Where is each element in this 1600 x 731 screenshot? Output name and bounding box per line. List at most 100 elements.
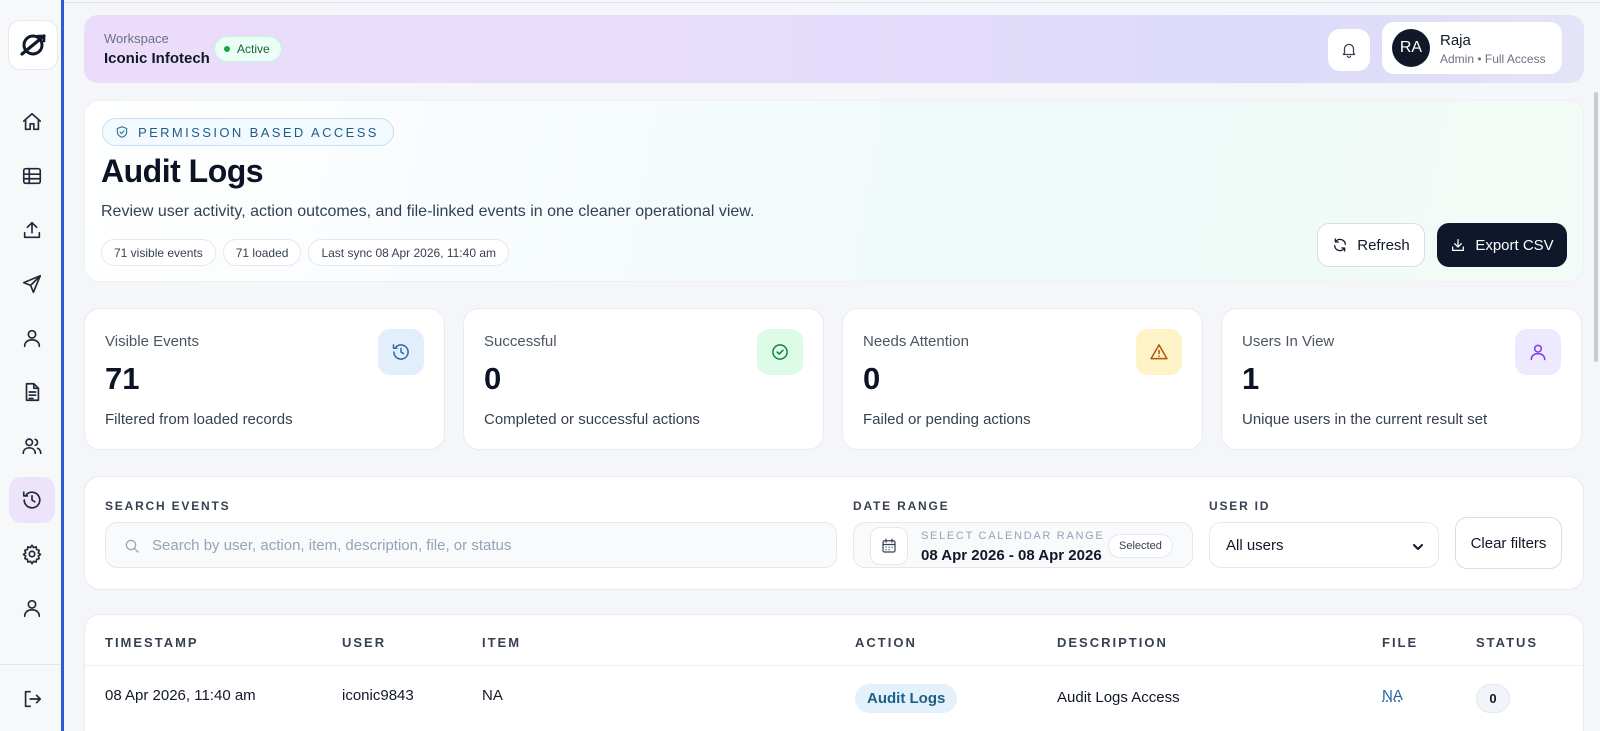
audit-log-table: TIMESTAMP USER ITEM ACTION DESCRIPTION F… <box>84 614 1584 731</box>
chip-last-sync: Last sync 08 Apr 2026, 11:40 am <box>308 239 509 266</box>
page-scrollbar[interactable] <box>1594 92 1598 362</box>
sidebar-item-logout[interactable] <box>9 676 55 722</box>
users-icon <box>22 438 42 455</box>
column-header-timestamp: TIMESTAMP <box>105 635 199 650</box>
cell-file-link[interactable]: NA <box>1382 687 1403 704</box>
column-header-status: STATUS <box>1476 635 1539 650</box>
sidebar <box>0 0 64 731</box>
stat-label: Visible Events <box>105 333 199 350</box>
column-header-item: ITEM <box>482 635 522 650</box>
date-range-picker[interactable]: SELECT CALENDAR RANGE 08 Apr 2026 - 08 A… <box>853 522 1193 568</box>
document-icon <box>25 382 40 402</box>
date-range-value: 08 Apr 2026 - 08 Apr 2026 <box>921 547 1102 564</box>
status-dot <box>224 46 230 52</box>
stat-card-needs-attention: Needs Attention 0 Failed or pending acti… <box>842 308 1203 450</box>
table-icon <box>22 167 42 185</box>
summary-chips: 71 visible events 71 loaded Last sync 08… <box>101 239 509 266</box>
date-range-label: DATE RANGE <box>853 499 950 513</box>
sidebar-item-upload[interactable] <box>9 207 55 253</box>
download-icon <box>1452 239 1465 251</box>
stat-label: Users In View <box>1242 333 1335 350</box>
stat-value: 0 <box>484 361 502 396</box>
logo-icon <box>20 34 46 56</box>
page-title: Audit Logs <box>101 153 264 189</box>
column-header-user: USER <box>342 635 387 650</box>
search-icon <box>125 539 139 553</box>
workspace-label: Workspace <box>104 31 169 46</box>
cell-description: Audit Logs Access <box>1057 689 1180 706</box>
bell-icon <box>1342 43 1356 58</box>
export-label: Export CSV <box>1475 236 1554 254</box>
cell-item: NA <box>482 687 503 704</box>
search-input[interactable] <box>152 523 822 567</box>
sidebar-item-settings[interactable] <box>9 531 55 577</box>
calendar-icon <box>882 538 896 553</box>
cell-timestamp: 08 Apr 2026, 11:40 am <box>105 687 256 704</box>
user-id-label: USER ID <box>1209 499 1271 513</box>
sidebar-item-table[interactable] <box>9 153 55 199</box>
send-icon <box>22 274 42 294</box>
notifications-button[interactable] <box>1328 29 1370 71</box>
avatar: RA <box>1392 29 1430 67</box>
date-range-kicker: SELECT CALENDAR RANGE <box>921 530 1105 542</box>
stat-value: 71 <box>105 361 140 396</box>
sidebar-item-users[interactable] <box>9 423 55 469</box>
user-icon <box>23 599 41 618</box>
sidebar-item-user[interactable] <box>9 315 55 361</box>
calendar-icon-box <box>870 527 908 565</box>
date-selected-badge: Selected <box>1108 534 1173 558</box>
user-icon <box>1530 344 1546 361</box>
upload-icon <box>23 221 41 239</box>
stat-card-users-in-view: Users In View 1 Unique users in the curr… <box>1221 308 1582 450</box>
stat-subtext: Failed or pending actions <box>863 411 1031 428</box>
clear-filters-button[interactable]: Clear filters <box>1455 517 1562 569</box>
column-header-action: ACTION <box>855 635 917 650</box>
warning-icon <box>1150 344 1168 360</box>
search-field[interactable] <box>105 522 837 568</box>
user-role: Admin • Full Access <box>1440 52 1546 66</box>
permission-badge-label: PERMISSION BASED ACCESS <box>138 124 379 140</box>
app-logo[interactable] <box>8 20 58 70</box>
stat-subtext: Filtered from loaded records <box>105 411 293 428</box>
cell-status-badge: 0 <box>1476 684 1510 713</box>
sidebar-item-home[interactable] <box>9 99 55 145</box>
permission-badge: PERMISSION BASED ACCESS <box>102 118 394 146</box>
page-header: PERMISSION BASED ACCESS Audit Logs Revie… <box>84 100 1584 282</box>
stat-subtext: Unique users in the current result set <box>1242 411 1488 428</box>
sidebar-item-send[interactable] <box>9 261 55 307</box>
check-circle-icon <box>772 344 788 360</box>
workspace-status-text: Active <box>237 42 270 56</box>
stat-icon-badge <box>757 329 803 375</box>
stat-label: Successful <box>484 333 557 350</box>
export-csv-button[interactable]: Export CSV <box>1437 223 1567 267</box>
column-header-description: DESCRIPTION <box>1057 635 1168 650</box>
stat-subtext: Completed or successful actions <box>484 411 700 428</box>
column-header-file: FILE <box>1382 635 1419 650</box>
cell-user: iconic9843 <box>342 687 414 704</box>
sidebar-divider <box>0 664 61 665</box>
sidebar-item-profile[interactable] <box>9 585 55 631</box>
search-label: SEARCH EVENTS <box>105 499 231 513</box>
refresh-label: Refresh <box>1357 236 1410 254</box>
home-icon <box>22 112 42 131</box>
logout-icon <box>24 690 42 708</box>
shield-check-icon <box>116 126 128 138</box>
cell-action-badge: Audit Logs <box>855 684 958 713</box>
page-description: Review user activity, action outcomes, a… <box>101 203 755 220</box>
window-top-border <box>64 2 1600 3</box>
user-menu[interactable]: RA Raja Admin • Full Access <box>1382 22 1562 74</box>
stat-icon-badge <box>1136 329 1182 375</box>
history-icon <box>392 344 409 360</box>
sidebar-item-document[interactable] <box>9 369 55 415</box>
refresh-button[interactable]: Refresh <box>1317 223 1425 267</box>
history-icon <box>22 491 41 509</box>
stat-icon-badge <box>378 329 424 375</box>
chip-loaded: 71 loaded <box>222 239 302 266</box>
sidebar-item-audit-logs[interactable] <box>9 477 55 523</box>
gear-icon <box>22 544 42 565</box>
user-id-select[interactable]: All users <box>1209 522 1439 568</box>
workspace-name: Iconic Infotech <box>104 50 210 67</box>
filters-panel: SEARCH EVENTS DATE RANGE SELECT CALENDAR… <box>84 476 1584 590</box>
user-icon <box>23 329 41 348</box>
stat-value: 1 <box>1242 361 1260 396</box>
